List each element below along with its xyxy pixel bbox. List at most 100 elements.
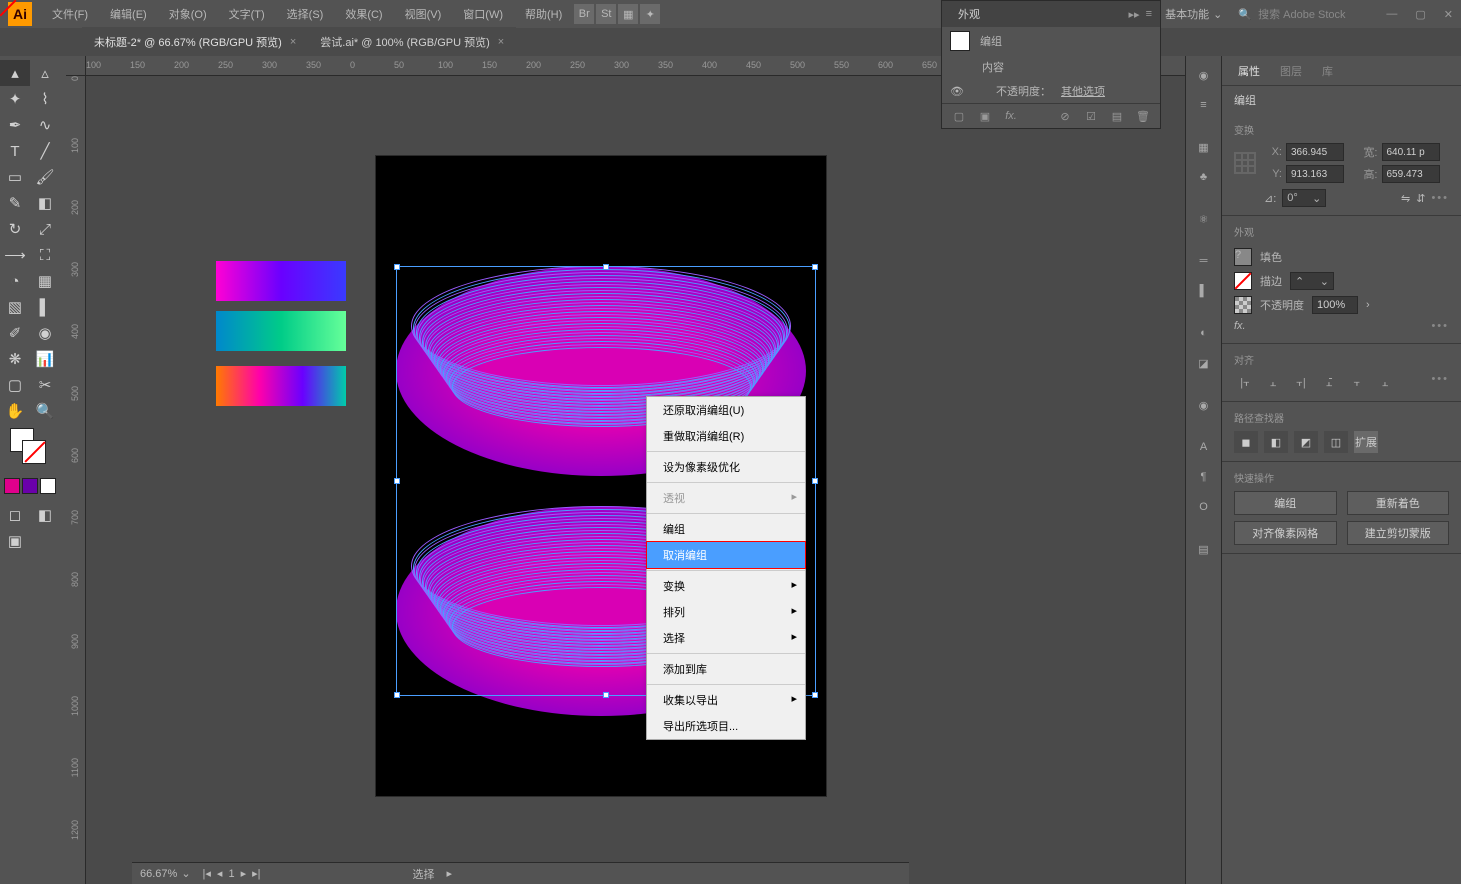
selection-tool[interactable]: ▴ <box>0 60 30 86</box>
gpu-icon[interactable]: ✦ <box>640 4 660 24</box>
more-options-icon[interactable]: ••• <box>1431 320 1449 332</box>
paragraph-icon[interactable]: ¶ <box>1191 464 1217 490</box>
graphic-styles-icon[interactable]: ◉ <box>1191 392 1217 418</box>
menu-edit[interactable]: 编辑(E) <box>100 2 157 26</box>
close-icon[interactable]: ✕ <box>1444 8 1453 21</box>
context-menu-item[interactable]: 重做取消编组(R) <box>647 423 805 449</box>
artboard-tool[interactable]: ▢ <box>0 372 30 398</box>
align-bottom-icon[interactable]: ⫠ <box>1374 373 1396 393</box>
height-input[interactable] <box>1382 165 1440 183</box>
menu-window[interactable]: 窗口(W) <box>453 2 513 26</box>
appearance-icon[interactable]: ◪ <box>1191 350 1217 376</box>
line-tool[interactable]: ╱ <box>30 138 60 164</box>
eraser-tool[interactable]: ◧ <box>30 190 60 216</box>
perspective-tool[interactable]: ▦ <box>30 268 60 294</box>
flyout-menu-icon[interactable]: ≡ <box>1146 8 1152 21</box>
y-input[interactable] <box>1286 165 1344 183</box>
more-options-icon[interactable]: ••• <box>1431 192 1449 204</box>
align-right-icon[interactable]: ⫟| <box>1290 373 1312 393</box>
align-top-icon[interactable]: ⫠̄ <box>1318 373 1340 393</box>
curvature-tool[interactable]: ∿ <box>30 112 60 138</box>
reference-point[interactable] <box>1234 152 1256 174</box>
context-menu-item[interactable]: 添加到库 <box>647 656 805 682</box>
zoom-dropdown[interactable]: 66.67% ⌄ <box>140 867 191 880</box>
swatch-magenta[interactable] <box>4 478 20 494</box>
width-tool[interactable]: ⟶ <box>0 242 30 268</box>
context-menu-item[interactable]: 还原取消编组(U) <box>647 397 805 423</box>
pathfinder-minus-icon[interactable]: ◧ <box>1264 431 1288 453</box>
stock-icon[interactable]: St <box>596 4 616 24</box>
more-options-icon[interactable]: ••• <box>1431 373 1449 393</box>
workspace-dropdown[interactable]: 基本功能 ⌄ <box>1157 2 1230 26</box>
color-picker[interactable] <box>0 424 66 474</box>
maximize-icon[interactable]: ▢ <box>1415 8 1425 21</box>
brushes-icon[interactable]: ♣ <box>1191 164 1217 190</box>
context-menu-item[interactable]: 导出所选项目... <box>647 713 805 739</box>
context-menu-item[interactable]: 选择▸ <box>647 625 805 651</box>
new-icon[interactable]: ▤ <box>1108 108 1126 124</box>
stroke-weight-input[interactable]: ⌃⌄ <box>1290 272 1334 290</box>
color-guide-icon[interactable]: ≡ <box>1191 92 1217 118</box>
libraries-tab[interactable]: 库 <box>1312 57 1343 85</box>
zoom-tool[interactable]: 🔍 <box>30 398 60 424</box>
properties-tab[interactable]: 属性 <box>1228 57 1270 85</box>
screen-mode[interactable]: ▣ <box>0 528 30 554</box>
canvas[interactable]: 还原取消编组(U)重做取消编组(R)设为像素级优化透视▸编组取消编组变换▸排列▸… <box>86 76 1185 884</box>
stroke-icon[interactable]: ═ <box>1191 248 1217 274</box>
menu-object[interactable]: 对象(O) <box>159 2 217 26</box>
context-menu-item[interactable]: 变换▸ <box>647 573 805 599</box>
context-menu-item[interactable]: 设为像素级优化 <box>647 454 805 480</box>
free-transform-tool[interactable]: ⛶ <box>30 242 60 268</box>
scale-tool[interactable]: ⤢ <box>30 216 60 242</box>
menu-file[interactable]: 文件(F) <box>42 2 98 26</box>
opacity-label[interactable]: 不透明度： <box>996 83 1051 99</box>
bridge-icon[interactable]: Br <box>574 4 594 24</box>
collapse-icon[interactable]: ▸▸ <box>1129 8 1140 21</box>
draw-mode-normal[interactable]: ◻ <box>0 502 30 528</box>
rotation-input[interactable]: 0°⌄ <box>1282 189 1326 207</box>
first-page-icon[interactable]: |◂ <box>203 867 211 880</box>
flip-v-icon[interactable]: ⇵ <box>1416 192 1425 205</box>
pen-tool[interactable]: ✒ <box>0 112 30 138</box>
ruler-corner[interactable] <box>66 56 86 76</box>
pathfinder-exclude-icon[interactable]: ◫ <box>1324 431 1348 453</box>
mesh-tool[interactable]: ▧ <box>0 294 30 320</box>
hand-tool[interactable]: ✋ <box>0 398 30 424</box>
context-menu-item[interactable]: 排列▸ <box>647 599 805 625</box>
shape-builder-tool[interactable]: ◔ <box>0 268 30 294</box>
rotate-tool[interactable]: ↻ <box>0 216 30 242</box>
opacity-arrow-icon[interactable]: › <box>1366 299 1370 311</box>
opacity-label[interactable]: 不透明度 <box>1260 297 1304 313</box>
menu-help[interactable]: 帮助(H) <box>515 2 572 26</box>
opacity-value[interactable]: 其他选项 <box>1061 83 1105 99</box>
context-menu-item[interactable]: 收集以导出▸ <box>647 687 805 713</box>
swatch-purple[interactable] <box>22 478 38 494</box>
direct-selection-tool[interactable]: ▵ <box>30 60 60 86</box>
rectangle-tool[interactable]: ▭ <box>0 164 30 190</box>
graph-tool[interactable]: 📊 <box>30 346 60 372</box>
fx-button[interactable]: fx. <box>1002 108 1020 124</box>
stroke-swatch[interactable] <box>1234 272 1252 290</box>
opacity-swatch[interactable] <box>1234 296 1252 314</box>
pathfinder-intersect-icon[interactable]: ◩ <box>1294 431 1318 453</box>
paintbrush-tool[interactable]: 🖌 <box>30 164 60 190</box>
tab-close-icon[interactable]: × <box>290 36 296 48</box>
gradient-icon[interactable]: ▌ <box>1191 278 1217 304</box>
type-tool[interactable]: T <box>0 138 30 164</box>
next-page-icon[interactable]: ▸ <box>241 867 247 880</box>
ruler-vertical[interactable]: 0100200300400500600700800900100011001200 <box>66 76 86 884</box>
width-input[interactable] <box>1382 143 1440 161</box>
stroke-label[interactable]: 描边 <box>1260 273 1282 289</box>
x-input[interactable] <box>1286 143 1344 161</box>
menu-view[interactable]: 视图(V) <box>395 2 452 26</box>
arrange-docs-icon[interactable]: ▦ <box>618 4 638 24</box>
tab-close-icon[interactable]: × <box>498 36 504 48</box>
character-icon[interactable]: A <box>1191 434 1217 460</box>
gradient-tool[interactable]: ▌ <box>30 294 60 320</box>
opentype-icon[interactable]: O <box>1191 494 1217 520</box>
appearance-panel-tab[interactable]: 外观 <box>950 2 988 26</box>
menu-effect[interactable]: 效果(C) <box>335 2 392 26</box>
fx-button[interactable]: fx. <box>1234 320 1246 332</box>
align-vcenter-icon[interactable]: ⫟ <box>1346 373 1368 393</box>
quick-action-clip-mask[interactable]: 建立剪切蒙版 <box>1347 521 1450 545</box>
